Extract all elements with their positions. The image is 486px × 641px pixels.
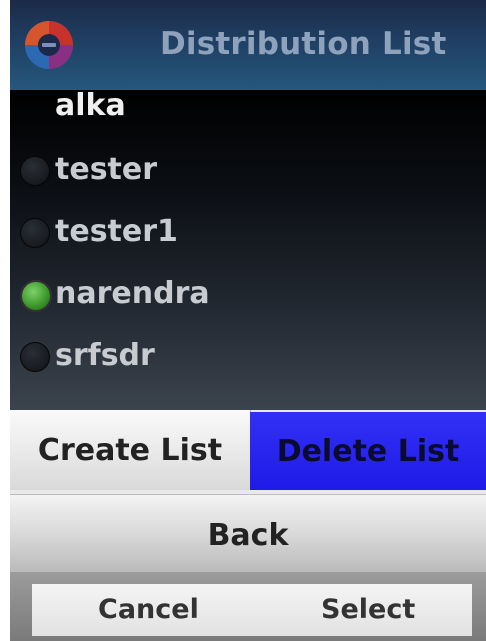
list-item[interactable]: tester1 <box>10 204 486 260</box>
back-label: Back <box>207 517 289 553</box>
page-title: Distribution List <box>160 26 447 62</box>
radio-button-selected[interactable] <box>20 280 52 312</box>
softkey-panel: Cancel Select <box>32 584 472 636</box>
list-item-label: alka <box>55 90 126 123</box>
cancel-softkey[interactable]: Cancel <box>98 584 199 636</box>
radio-button[interactable] <box>20 156 50 186</box>
radio-button[interactable] <box>20 342 50 372</box>
list-item[interactable]: srfsdr <box>10 328 486 384</box>
back-button[interactable]: Back <box>10 494 486 575</box>
select-softkey[interactable]: Select <box>321 584 415 636</box>
delete-list-label: Delete List <box>276 433 460 469</box>
create-list-label: Create List <box>37 432 223 468</box>
title-bar: Distribution List <box>10 0 486 90</box>
list-item[interactable]: narendra <box>10 266 486 322</box>
distribution-list: alka tester tester1 narendra srfsdr <box>10 90 486 410</box>
list-item-label: tester1 <box>55 214 178 249</box>
list-item-label: srfsdr <box>55 338 155 373</box>
list-item-label: narendra <box>55 276 210 311</box>
list-item[interactable]: tester <box>10 142 486 198</box>
radio-button[interactable] <box>20 218 50 248</box>
list-item-label: tester <box>55 152 158 187</box>
delete-list-button[interactable]: Delete List <box>250 412 486 490</box>
softkey-bar: Cancel Select <box>10 572 486 641</box>
app-logo-icon <box>25 21 73 69</box>
create-list-button[interactable]: Create List <box>10 410 251 490</box>
app-screen: Distribution List alka tester tester1 na… <box>10 0 486 641</box>
list-item[interactable]: alka <box>10 90 486 134</box>
